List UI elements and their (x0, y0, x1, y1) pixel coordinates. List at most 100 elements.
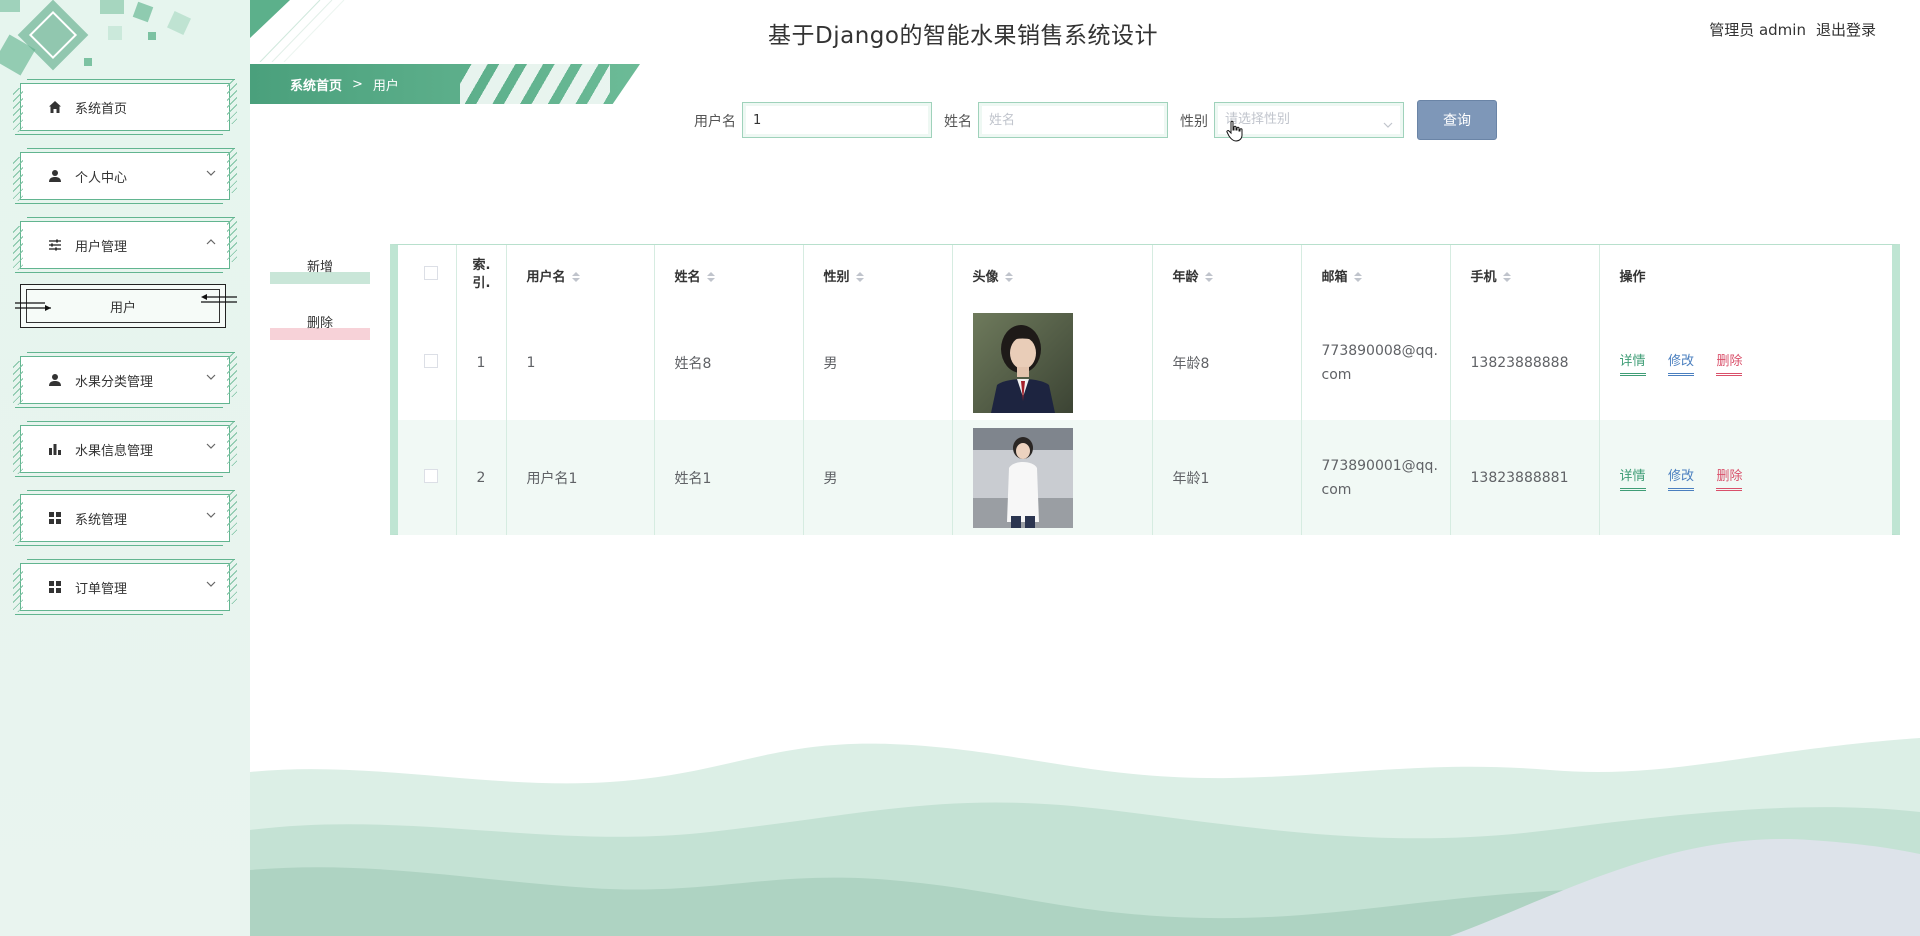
username-input[interactable] (753, 103, 931, 137)
row-checkbox[interactable] (424, 353, 438, 368)
app-title: 基于Django的智能水果销售系统设计 (768, 23, 1158, 49)
sidebar-item-label: 系统管理 (75, 512, 128, 528)
add-button[interactable]: 新增 (270, 254, 370, 284)
delete-link[interactable]: 删除 (1716, 465, 1743, 491)
delete-button[interactable]: 删除 (270, 310, 370, 340)
edit-link[interactable]: 修改 (1667, 465, 1694, 491)
arrow-right-icon (15, 302, 51, 311)
cell-age: 年龄1 (1152, 420, 1302, 535)
sidebar-item-label: 水果分类管理 (75, 374, 154, 390)
column-header-gender[interactable]: 性别 (803, 245, 953, 305)
delete-link[interactable]: 删除 (1716, 350, 1743, 376)
column-header-age[interactable]: 年龄 (1152, 245, 1302, 305)
sidebar-item-label: 订单管理 (75, 581, 128, 597)
row-checkbox[interactable] (424, 468, 438, 483)
chevron-down-icon (205, 440, 217, 452)
cell-username: 1 (506, 305, 655, 420)
table-row: 2 用户名1 姓名1 男 年龄1 773890001@qq.com 138238… (398, 420, 1892, 535)
sort-icon[interactable] (706, 272, 715, 282)
sidebar-item-user-management[interactable]: 用户管理 (13, 217, 237, 273)
user-area: 管理员 admin 退出登录 (1709, 19, 1876, 40)
table-header-row: 索. 引. 用户名 姓名 性别 头像 年龄 邮箱 手机 操作 (398, 245, 1892, 305)
logout-link[interactable]: 退出登录 (1816, 19, 1876, 40)
sidebar-item-fruit-info[interactable]: 水果信息管理 (13, 421, 237, 477)
detail-link[interactable]: 详情 (1619, 350, 1646, 376)
grid-icon (47, 579, 63, 595)
sidebar-item-home[interactable]: 系统首页 (13, 79, 237, 135)
name-label: 姓名 (944, 114, 972, 130)
bar-chart-icon (47, 441, 63, 457)
background-waves (250, 738, 1920, 936)
chevron-down-icon (1383, 117, 1393, 132)
grid-icon (47, 510, 63, 526)
cell-email: 773890001@qq.com (1301, 420, 1451, 535)
select-all-checkbox[interactable] (424, 266, 438, 280)
cell-actions: 详情 修改 删除 (1599, 305, 1892, 420)
user-table: 索. 引. 用户名 姓名 性别 头像 年龄 邮箱 手机 操作 1 1 姓名8 男 (390, 244, 1900, 535)
hand-cursor-icon (1226, 120, 1243, 142)
column-header-label: 姓名 (674, 269, 701, 285)
breadcrumb-separator: > (352, 76, 363, 92)
sidebar-item-label: 个人中心 (75, 170, 128, 186)
column-header-label: 邮箱 (1321, 269, 1348, 285)
column-header-avatar[interactable]: 头像 (952, 245, 1153, 305)
sidebar-item-fruit-category[interactable]: 水果分类管理 (13, 352, 237, 408)
sidebar-subitem-user[interactable]: 用户 (15, 284, 237, 328)
name-input[interactable] (989, 103, 1167, 137)
sidebar-item-label: 用户管理 (75, 239, 128, 255)
cell-username: 用户名1 (506, 420, 655, 535)
avatar-image (972, 312, 1073, 413)
person-icon (47, 168, 63, 184)
breadcrumb-home[interactable]: 系统首页 (290, 75, 342, 94)
sort-icon[interactable] (571, 272, 580, 282)
column-header-label: 手机 (1470, 269, 1497, 285)
decor-square (0, 0, 20, 12)
sort-icon[interactable] (1204, 272, 1213, 282)
cell-phone: 13823888881 (1450, 420, 1600, 535)
column-header-name[interactable]: 姓名 (654, 245, 804, 305)
decor-square (100, 0, 124, 14)
decor-square (167, 11, 191, 35)
column-header-index: 索. 引. (456, 245, 507, 305)
breadcrumb-current: 用户 (372, 78, 399, 94)
decor-square (148, 32, 156, 40)
cell-name: 姓名1 (654, 420, 804, 535)
cell-phone: 13823888888 (1450, 305, 1600, 420)
sort-icon[interactable] (1502, 272, 1511, 282)
sidebar-item-personal-center[interactable]: 个人中心 (13, 148, 237, 204)
cell-avatar (952, 305, 1153, 420)
sidebar-subitem-label: 用户 (109, 300, 136, 316)
cell-age: 年龄8 (1152, 305, 1302, 420)
cell-name: 姓名8 (654, 305, 804, 420)
decor-square (132, 1, 154, 23)
decor-square (108, 26, 122, 40)
search-button[interactable]: 查询 (1417, 100, 1497, 140)
user-role: 管理员 admin (1709, 21, 1806, 39)
person-icon (47, 372, 63, 388)
gender-label: 性别 (1180, 114, 1208, 130)
delete-button-label: 删除 (306, 316, 333, 331)
sort-icon[interactable] (855, 272, 864, 282)
username-field[interactable] (742, 102, 932, 138)
cell-index: 2 (456, 420, 507, 535)
sort-icon[interactable] (1004, 272, 1013, 282)
add-button-label: 新增 (306, 260, 333, 275)
detail-link[interactable]: 详情 (1619, 465, 1646, 491)
column-header-email[interactable]: 邮箱 (1301, 245, 1451, 305)
column-header-label: 用户名 (526, 269, 566, 285)
home-icon (47, 99, 63, 115)
cell-gender: 男 (803, 420, 953, 535)
chevron-down-icon (205, 578, 217, 590)
column-header-label: 头像 (972, 269, 999, 285)
column-header-username[interactable]: 用户名 (506, 245, 655, 305)
sidebar-item-label: 系统首页 (75, 101, 128, 117)
sidebar-item-order-management[interactable]: 订单管理 (13, 559, 237, 615)
sort-icon[interactable] (1353, 272, 1362, 282)
header-decoration (250, 0, 370, 62)
edit-link[interactable]: 修改 (1667, 350, 1694, 376)
column-header-phone[interactable]: 手机 (1450, 245, 1600, 305)
column-header-label: 年龄 (1172, 269, 1199, 285)
name-field[interactable] (978, 102, 1168, 138)
sidebar-item-system-management[interactable]: 系统管理 (13, 490, 237, 546)
cell-avatar (952, 420, 1153, 535)
